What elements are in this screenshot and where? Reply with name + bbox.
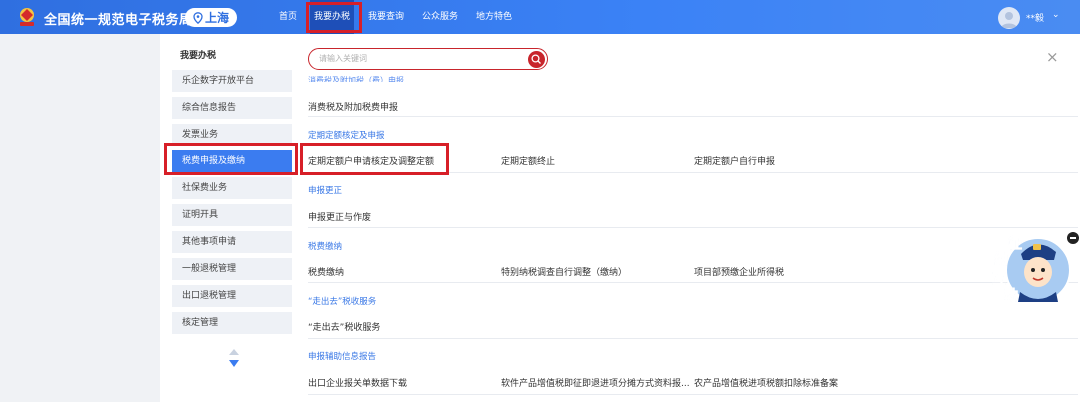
- divider: [308, 338, 1078, 339]
- user-name[interactable]: **毅: [1026, 11, 1044, 24]
- highlight-box-nav: [306, 2, 362, 33]
- service-item-export-customs-download[interactable]: 出口企业报关单数据下载: [308, 376, 407, 389]
- nav-home[interactable]: 首页: [279, 0, 297, 34]
- page-left-margin: [0, 34, 160, 402]
- sidebar-item-export-refund[interactable]: 出口退税管理: [172, 285, 292, 307]
- mascot-char-na: 纳: [994, 251, 1008, 267]
- divider: [308, 227, 1078, 228]
- section-title-payment: 税费缴纳: [308, 242, 343, 252]
- category-sidebar: 我要办税 乐企数字开放平台 综合信息报告 发票业务 税费申报及缴纳 社保费业务 …: [160, 34, 298, 402]
- divider: [308, 116, 1078, 117]
- mascot-minimize-icon[interactable]: [1067, 232, 1079, 244]
- nav-query[interactable]: 我要查询: [368, 0, 404, 34]
- service-panel: 请输入关键词 × 消费税及附加税（费）申报 消费税及附加税费申报 定期定额核定及…: [298, 34, 1080, 402]
- nav-local-features[interactable]: 地方特色: [476, 0, 512, 34]
- service-item-correction-void[interactable]: 申报更正与作废: [308, 210, 371, 223]
- user-avatar[interactable]: [998, 7, 1020, 29]
- service-item-quota-self-declare[interactable]: 定期定额户自行申报: [694, 154, 775, 167]
- search-placeholder: 请输入关键词: [319, 54, 367, 63]
- service-item-quota-terminate[interactable]: 定期定额终止: [501, 154, 555, 167]
- user-icon: [1001, 12, 1017, 28]
- sidebar-scroll-arrows-icon[interactable]: [227, 348, 241, 368]
- search-icon: [531, 53, 541, 64]
- top-header: 全国统一规范电子税务局 上海 首页 我要办税 我要查询 公众服务 地方特色 **…: [0, 0, 1080, 34]
- user-menu-chevron-icon[interactable]: ⌄: [1052, 10, 1060, 20]
- close-icon[interactable]: ×: [1046, 50, 1059, 65]
- sidebar-title: 我要办税: [180, 51, 217, 61]
- region-selector[interactable]: 上海: [185, 8, 237, 27]
- service-item-agri-vat[interactable]: 农产品增值税进项税额扣除标准备案: [694, 376, 838, 389]
- service-item-special-adjustment[interactable]: 特别纳税调查自行调整（缴纳）: [501, 265, 627, 278]
- section-title-go-global: “走出去”税收服务: [308, 297, 377, 307]
- search-input[interactable]: 请输入关键词: [308, 48, 548, 70]
- section-title-cut: 消费税及附加税（费）申报: [308, 76, 404, 82]
- sidebar-item-other-requests[interactable]: 其他事项申请: [172, 231, 292, 253]
- mascot-char-dong: 动: [1004, 287, 1018, 303]
- mascot-char-zheng: 征: [1008, 235, 1022, 251]
- divider: [308, 394, 1078, 395]
- service-item-software-vat[interactable]: 软件产品增值税即征即退进项分摊方式资料报...: [501, 376, 690, 389]
- service-item-consumption-tax[interactable]: 消费税及附加税费申报: [308, 100, 398, 113]
- location-pin-icon: [193, 11, 203, 24]
- sidebar-item-social-insurance[interactable]: 社保费业务: [172, 177, 292, 199]
- highlight-box-item: [300, 143, 449, 175]
- sidebar-item-general-refund[interactable]: 一般退税管理: [172, 258, 292, 280]
- section-title-fixed-quota: 定期定额核定及申报: [308, 131, 385, 141]
- nav-public-service[interactable]: 公众服务: [422, 0, 458, 34]
- sidebar-item-certificate[interactable]: 证明开具: [172, 204, 292, 226]
- section-title-correction: 申报更正: [308, 186, 343, 196]
- tax-interaction-mascot[interactable]: 征 纳 互 动: [986, 230, 1072, 306]
- site-title[interactable]: 全国统一规范电子税务局: [44, 9, 193, 28]
- sidebar-item-assessment[interactable]: 核定管理: [172, 312, 292, 334]
- search-button[interactable]: [528, 50, 545, 68]
- region-label: 上海: [204, 11, 229, 25]
- sidebar-item-info-report[interactable]: 综合信息报告: [172, 97, 292, 119]
- service-item-project-prepay[interactable]: 项目部预缴企业所得税: [694, 265, 784, 278]
- divider: [308, 282, 1078, 283]
- service-item-tax-payment[interactable]: 税费缴纳: [308, 265, 344, 278]
- mascot-char-hu: 互: [992, 271, 1006, 287]
- sidebar-item-leqi-platform[interactable]: 乐企数字开放平台: [172, 70, 292, 92]
- highlight-box-sidebar: [164, 143, 298, 175]
- service-item-go-global[interactable]: “走出去”税收服务: [308, 320, 380, 333]
- section-title-aux-info: 申报辅助信息报告: [308, 352, 377, 362]
- tax-emblem-logo[interactable]: [16, 6, 38, 28]
